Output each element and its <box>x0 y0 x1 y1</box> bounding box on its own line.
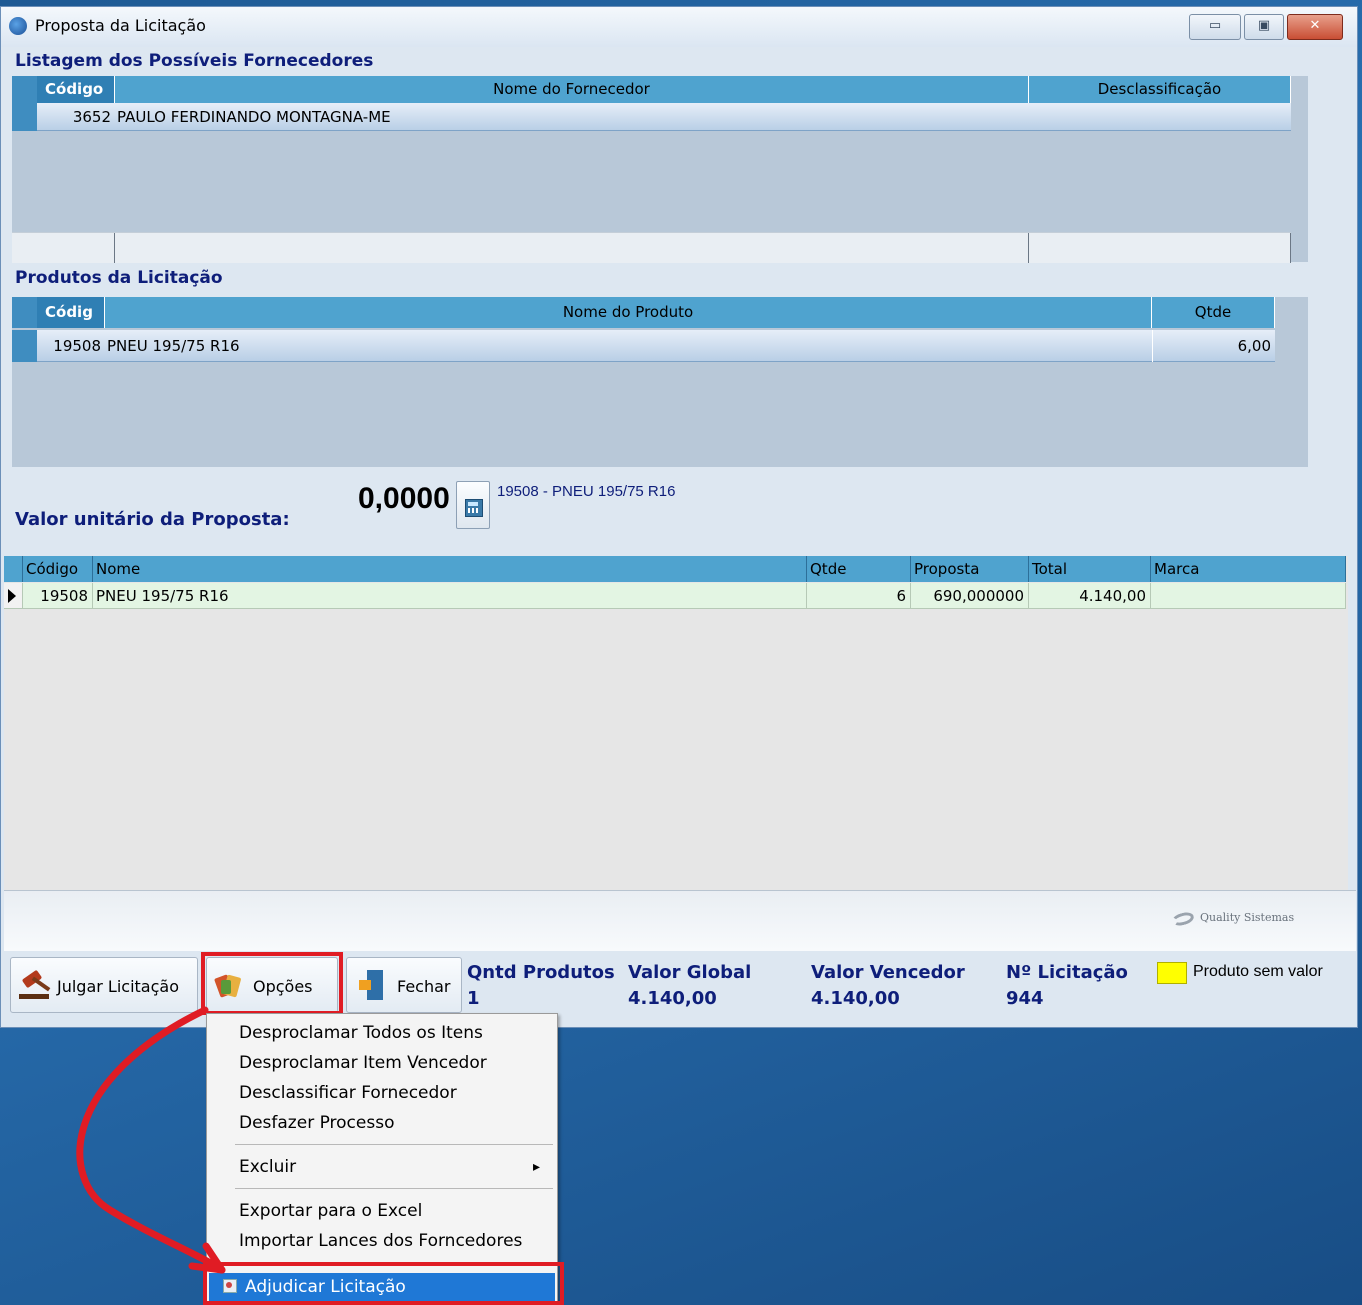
annotation-arrow <box>76 1006 226 1274</box>
